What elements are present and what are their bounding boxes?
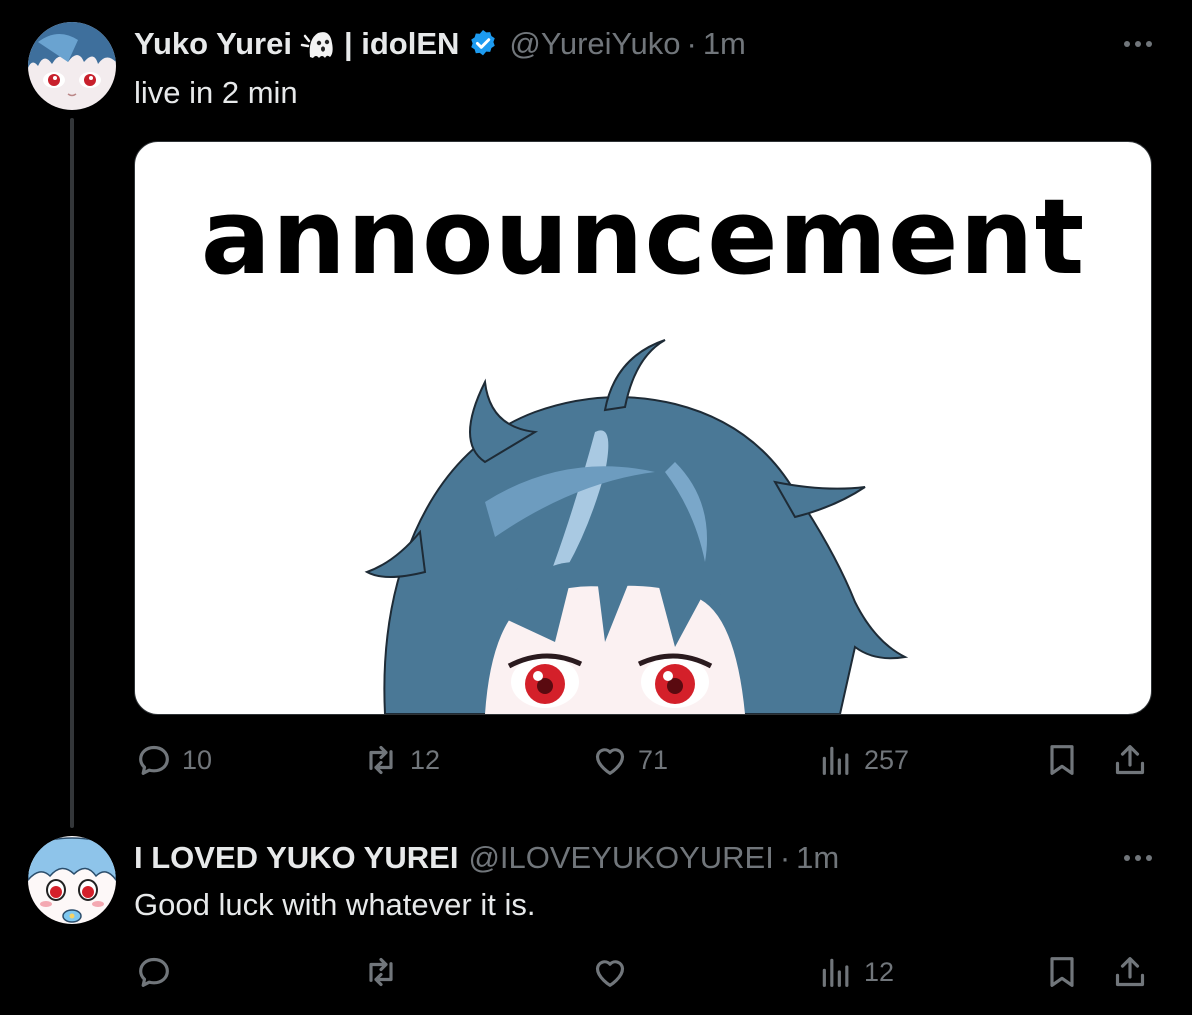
tweet-reply[interactable]: I LOVED YUKO YUREI @ILOVEYUKOYUREI · 1m … (0, 830, 1192, 1015)
avatar-iloveyuko[interactable] (28, 836, 116, 924)
verified-badge-icon[interactable] (467, 28, 499, 60)
reply-like-button[interactable] (590, 952, 630, 992)
thread-line (70, 118, 74, 828)
author-name-suffix: | idolEN (343, 26, 460, 61)
reply-actions: 12 (134, 952, 1150, 1002)
reply-text: Good luck with whatever it is. (134, 887, 536, 922)
reply-button[interactable]: 10 (134, 740, 212, 780)
like-button[interactable]: 71 (590, 740, 668, 780)
views-button[interactable]: 257 (816, 740, 909, 780)
avatar-yuko[interactable] (28, 22, 116, 110)
tweet-header: Yuko Yurei | idolEN @YureiYuko · 1m (134, 24, 746, 64)
reply-header: I LOVED YUKO YUREI @ILOVEYUKOYUREI · 1m (134, 838, 839, 878)
share-button[interactable] (1110, 740, 1150, 780)
tweet-media-image[interactable]: announcement (134, 141, 1152, 715)
reply-reply-button[interactable] (134, 952, 174, 992)
avatar-iloveyuko-image (28, 836, 116, 924)
reply-icon (139, 745, 169, 775)
reply-separator-dot: · (779, 840, 791, 875)
reply-author-handle[interactable]: @ILOVEYUKOYUREI (468, 838, 773, 878)
tweet-text: live in 2 min (134, 75, 298, 110)
author-handle[interactable]: @YureiYuko (509, 24, 680, 64)
tweet-original[interactable]: Yuko Yurei | idolEN @YureiYuko · 1m live… (0, 0, 1192, 830)
reply-time[interactable]: 1m (796, 838, 839, 878)
reply-count: 10 (182, 744, 213, 775)
like-icon (595, 960, 625, 987)
repost-icon (369, 957, 393, 987)
tweet-time[interactable]: 1m (703, 24, 746, 64)
bookmark-icon (1050, 745, 1074, 775)
reply-repost-button[interactable] (360, 952, 402, 992)
reply-share-button[interactable] (1110, 952, 1150, 992)
like-count: 71 (638, 744, 669, 775)
reply-bookmark-button[interactable] (1042, 952, 1082, 992)
share-icon (1115, 957, 1145, 987)
more-icon[interactable] (1124, 41, 1152, 47)
reply-author-name[interactable]: I LOVED YUKO YUREI (134, 838, 458, 878)
bookmark-button[interactable] (1042, 740, 1082, 780)
repost-count: 12 (410, 744, 441, 775)
share-icon (1115, 745, 1145, 775)
reply-icon (139, 957, 169, 987)
ghost-icon (300, 27, 336, 61)
media-announcement-text: announcement (200, 176, 1086, 298)
bookmark-icon (1050, 957, 1074, 987)
like-icon (595, 748, 625, 775)
views-icon (822, 958, 849, 987)
author-name: Yuko Yurei (134, 26, 292, 61)
avatar-yuko-image (28, 22, 116, 110)
views-icon (822, 746, 849, 775)
author-display-name[interactable]: Yuko Yurei | idolEN (134, 24, 499, 64)
repost-button[interactable]: 12 (360, 740, 440, 780)
reply-more-icon[interactable] (1124, 855, 1152, 861)
reply-views-count: 12 (864, 956, 895, 987)
reply-views-button[interactable]: 12 (816, 952, 894, 992)
separator-dot: · (686, 26, 697, 61)
repost-icon (369, 745, 393, 775)
tweet-actions: 10 12 71 257 (134, 740, 1150, 790)
views-count: 257 (864, 744, 910, 775)
